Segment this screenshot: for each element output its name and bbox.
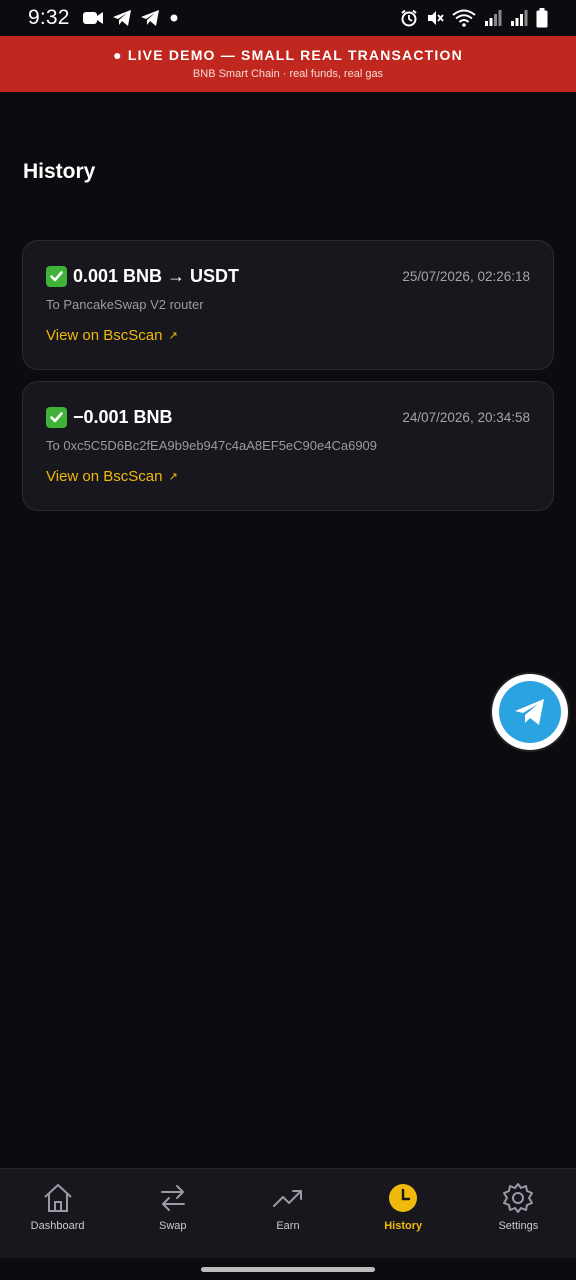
transaction-amount: −0.001 BNB [73,407,173,427]
nav-label: Swap [159,1220,187,1232]
transaction-card: 0.001 BNB → USDT 25/07/2026, 02:26:18 To… [22,240,554,370]
transaction-card: −0.001 BNB 24/07/2026, 20:34:58 To 0xc5C… [22,381,554,511]
telegram-icon [112,9,132,27]
clock-icon [386,1181,420,1215]
view-on-bscscan-link[interactable]: View on BscScan ↗ [46,468,178,485]
battery-icon [536,8,548,28]
banner-title: ● LIVE DEMO — SMALL REAL TRANSACTION [113,47,463,63]
transaction-date: 24/07/2026, 20:34:58 [402,410,530,425]
gear-icon [501,1181,535,1215]
transaction-recipient: To PancakeSwap V2 router [46,297,204,312]
trend-icon [271,1181,305,1215]
dot-icon [168,12,180,24]
external-link-icon: ↗ [168,471,178,483]
telegram-fab-button[interactable] [492,674,568,750]
nav-item-settings[interactable]: Settings [461,1181,576,1232]
status-bar: 9:32 [0,0,576,36]
nav-item-earn[interactable]: Earn [230,1181,345,1232]
view-on-bscscan-link[interactable]: View on BscScan ↗ [46,327,178,344]
transaction-header: 0.001 BNB → USDT [46,266,239,287]
transaction-amount: 0.001 BNB → USDT [73,266,240,286]
status-left: 9:32 [28,6,180,30]
status-notification-icons [82,9,180,27]
video-icon [82,10,104,26]
status-time: 9:32 [28,6,70,29]
banner-subtitle: BNB Smart Chain · real funds, real gas [192,68,384,80]
external-link-icon: ↗ [168,330,178,342]
home-icon [41,1181,75,1215]
app-screen: 9:32 ● LIVE DEMO — SMALL REAL TRANSACTIO… [0,0,576,1280]
nav-label: Settings [498,1220,539,1232]
gesture-navigation-bar[interactable] [201,1267,375,1272]
nav-item-history[interactable]: History [346,1181,461,1232]
telegram-icon [140,9,160,27]
link-label: View on BscScan [46,327,163,344]
check-icon [46,407,67,428]
telegram-icon [499,681,561,743]
signal-icon [510,10,528,26]
check-icon [46,266,67,287]
transaction-date: 25/07/2026, 02:26:18 [402,269,530,284]
swap-icon [156,1181,190,1215]
nav-label: History [384,1220,423,1232]
mute-icon [426,9,444,27]
alarm-icon [400,9,418,27]
transaction-header: −0.001 BNB [46,407,173,428]
bottom-navigation: Dashboard Swap Earn History Settings [0,1168,576,1258]
wifi-icon [452,9,476,27]
nav-label: Earn [276,1220,300,1232]
signal-icon [484,10,502,26]
nav-item-dashboard[interactable]: Dashboard [0,1181,115,1232]
page-title: History [23,160,96,183]
live-demo-banner: ● LIVE DEMO — SMALL REAL TRANSACTION BNB… [0,36,576,92]
nav-label: Dashboard [30,1220,85,1232]
transaction-recipient: To 0xc5C5D6Bc2fEA9b9eb947c4aA8EF5eC90e4C… [46,438,378,453]
link-label: View on BscScan [46,468,163,485]
nav-item-swap[interactable]: Swap [115,1181,230,1232]
status-right [400,8,548,28]
